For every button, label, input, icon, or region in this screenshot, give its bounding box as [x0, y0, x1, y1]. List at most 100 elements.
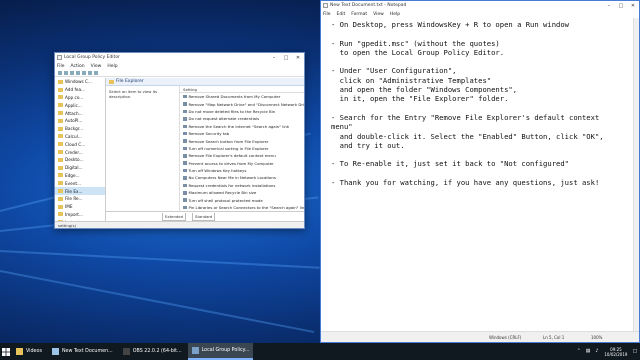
show-hide-tree-icon[interactable] [70, 71, 74, 75]
export-icon[interactable] [82, 71, 86, 75]
taskbar-item-label: New Text Documen... [61, 349, 113, 354]
minimize-icon[interactable]: – [603, 1, 615, 10]
forward-icon[interactable] [64, 71, 68, 75]
policy-row[interactable]: Pin Libraries or Search Connectors to th… [180, 204, 304, 211]
tree-item[interactable]: App co... [55, 94, 105, 102]
policy-label: Remove "Map Network Drive" and "Disconne… [188, 101, 305, 107]
menu-view[interactable]: View [91, 64, 102, 69]
taskbar-item[interactable]: New Text Documen... [48, 343, 117, 360]
tree-item[interactable]: File Ex... [55, 187, 105, 195]
taskbar-item[interactable]: Local Group Policy... [187, 343, 254, 360]
tree-item[interactable]: Cloud C... [55, 140, 105, 148]
tree-item[interactable]: Import... [55, 211, 105, 219]
back-icon[interactable] [58, 71, 62, 75]
menu-file[interactable]: File [57, 64, 65, 69]
policy-setting-icon [183, 131, 187, 136]
menu-help[interactable]: Help [107, 64, 117, 69]
tree-item[interactable]: Digital... [55, 164, 105, 172]
gpedit-titlebar[interactable]: Local Group Policy Editor – □ ✕ [55, 53, 304, 62]
tree-item[interactable]: Edge... [55, 172, 105, 180]
tray-chevron-icon[interactable]: ⌃ [577, 349, 581, 354]
tree-item[interactable]: Calcul... [55, 133, 105, 141]
maximize-icon[interactable]: □ [280, 53, 292, 62]
taskbar-item[interactable]: OBS 22.0.2 (64-bit... [119, 343, 186, 360]
menu-view[interactable]: View [373, 12, 384, 17]
taskbar-app-icon [122, 348, 130, 355]
tab-extended[interactable]: Extended [162, 212, 187, 221]
tree-item-label: Applic... [65, 102, 82, 108]
policy-setting-icon [183, 183, 187, 188]
gpedit-status-bar: setting(s) [55, 221, 304, 228]
close-icon[interactable]: ✕ [627, 1, 639, 10]
policy-row[interactable]: Turn off Windows Key hotkeys [180, 167, 304, 174]
menu-action[interactable]: Action [71, 64, 85, 69]
policy-row[interactable]: Remove Shared Documents from My Computer [180, 93, 304, 100]
minimize-icon[interactable]: – [268, 53, 280, 62]
policy-row[interactable]: Do not request alternate credentials [180, 115, 304, 122]
vertical-scrollbar[interactable] [633, 18, 639, 331]
tree-item-label: Import... [65, 211, 83, 217]
gpedit-menubar: File Action View Help [55, 62, 304, 70]
policy-label: Request credentials for network installa… [188, 182, 276, 188]
description-pane: Select an item to view its description. [109, 89, 158, 99]
policy-row[interactable]: Prevent access to drives from My Compute… [180, 160, 304, 167]
notifications-icon[interactable]: □ [632, 349, 637, 354]
network-icon[interactable]: ▤ [586, 349, 591, 354]
tree-item[interactable]: AutoPl... [55, 117, 105, 125]
volume-icon[interactable]: ♪ [595, 349, 598, 354]
policy-row[interactable]: Request credentials for network installa… [180, 182, 304, 189]
tree-item[interactable]: IME [55, 203, 105, 211]
tree-item-label: Cloud C... [65, 141, 86, 147]
folder-icon [58, 204, 63, 209]
tree-item[interactable]: Add fea... [55, 86, 105, 94]
notepad-text-area[interactable]: - On Desktop, press WindowsKey + R to op… [321, 18, 633, 331]
tree-item[interactable]: Backgr... [55, 125, 105, 133]
tree-item-label: Backgr... [65, 126, 84, 132]
menu-file[interactable]: File [323, 12, 331, 17]
clock[interactable]: 09:25 10/02/2019 [604, 347, 627, 357]
taskbar-item[interactable]: Videos [12, 343, 46, 360]
folder-icon [58, 126, 63, 131]
gpedit-app-icon [57, 55, 62, 60]
policy-setting-icon [183, 161, 187, 165]
notepad-status-bar: Windows (CRLF) Ln 5, Col 1 100% [321, 331, 639, 342]
setting-column-header[interactable]: Setting [180, 86, 304, 93]
menu-edit[interactable]: Edit [337, 12, 346, 17]
tree-item[interactable]: File Re... [55, 195, 105, 203]
notepad-window[interactable]: New Text Document.txt - Notepad – □ ✕ Fi… [320, 0, 640, 343]
close-icon[interactable]: ✕ [292, 53, 304, 62]
policy-row[interactable]: Remove the Search the Internet "Search a… [180, 123, 304, 130]
help-icon[interactable] [88, 71, 92, 75]
policy-label: Turn off Windows Key hotkeys [188, 168, 247, 174]
tree-item-label: Attach... [65, 110, 83, 116]
menu-format[interactable]: Format [351, 12, 367, 17]
policy-row[interactable]: No Computers Near Me in Network Location… [180, 174, 304, 181]
refresh-icon[interactable] [76, 71, 80, 75]
policy-tree[interactable]: Windows C... Add fea... App co... Applic...… [55, 78, 106, 221]
tree-item[interactable]: Windows C... [55, 78, 105, 86]
policy-row[interactable]: Remove Security tab [180, 130, 304, 137]
policy-label: Remove File Explorer's default context m… [188, 153, 276, 159]
policy-row[interactable]: Maximum allowed Recycle Bin size [180, 189, 304, 196]
menu-help[interactable]: Help [390, 12, 400, 17]
tab-standard[interactable]: Standard [192, 212, 216, 221]
filter-icon[interactable] [94, 71, 98, 75]
policy-row[interactable]: Turn off numerical sorting in File Explo… [180, 145, 304, 152]
tree-item[interactable]: Event... [55, 179, 105, 187]
policy-row[interactable]: Do not move deleted files to the Recycle… [180, 108, 304, 115]
policy-row[interactable]: Turn off shell protocol protected mode [180, 196, 304, 203]
notepad-titlebar[interactable]: New Text Document.txt - Notepad – □ ✕ [321, 1, 639, 10]
tree-item[interactable]: Creder... [55, 148, 105, 156]
policy-setting-icon [183, 124, 187, 128]
start-button[interactable] [0, 343, 12, 360]
policy-row[interactable]: Remove "Map Network Drive" and "Disconne… [180, 100, 304, 107]
policy-row[interactable]: Remove Search button from File Explorer [180, 137, 304, 144]
settings-list[interactable]: Setting Remove Shared Documents from My … [179, 86, 304, 211]
tree-item-label: Edge... [65, 172, 80, 178]
tree-item[interactable]: Applic... [55, 101, 105, 109]
tree-item[interactable]: Deskto... [55, 156, 105, 164]
policy-row[interactable]: Remove File Explorer's default context m… [180, 152, 304, 159]
tree-item[interactable]: Attach... [55, 109, 105, 117]
maximize-icon[interactable]: □ [615, 1, 627, 10]
group-policy-editor-window[interactable]: Local Group Policy Editor – □ ✕ File Act… [54, 52, 305, 229]
